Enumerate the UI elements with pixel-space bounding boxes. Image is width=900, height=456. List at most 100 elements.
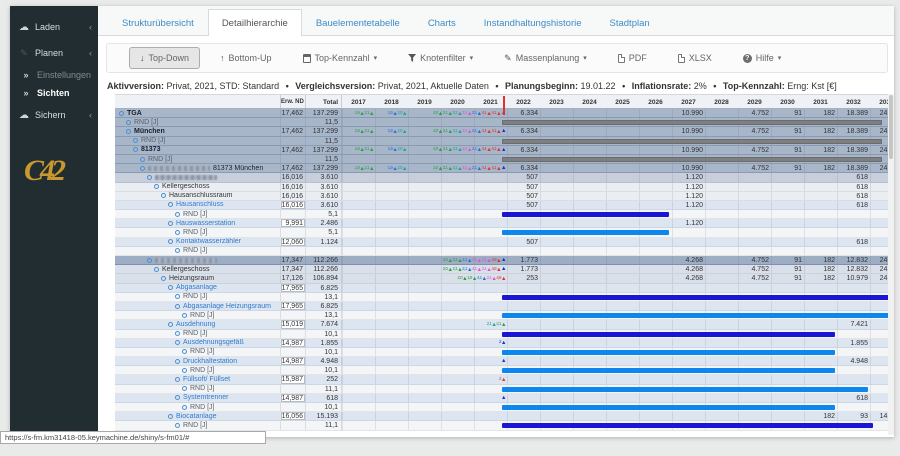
- scrollbar-thumb[interactable]: [889, 95, 893, 159]
- expand-node-icon[interactable]: [126, 129, 131, 134]
- sidebar-item-planen[interactable]: ✎Planen‹: [10, 40, 98, 66]
- tab-strukturuebersicht[interactable]: Strukturübersicht: [108, 9, 208, 36]
- expand-node-icon[interactable]: [175, 248, 180, 253]
- expand-node-icon[interactable]: [182, 368, 187, 373]
- erw-nd-cell[interactable]: 14,987: [280, 394, 305, 402]
- marker-cluster: 1,9▲2,0▲: [311, 164, 407, 173]
- event-marker-icon: 2,1▲: [452, 127, 462, 136]
- expand-node-icon[interactable]: [161, 193, 166, 198]
- year-value: 1.120: [672, 201, 705, 210]
- tab-bauelementetabelle[interactable]: Bauelementetabelle: [302, 9, 414, 36]
- erw-nd-cell[interactable]: 9,991: [280, 219, 305, 227]
- tree-label[interactable]: Ausdehnungsgefäß: [183, 339, 244, 347]
- expand-node-icon[interactable]: [168, 285, 173, 290]
- expand-node-icon[interactable]: [133, 147, 138, 152]
- expand-node-icon[interactable]: [126, 120, 131, 125]
- marker-cluster: 2,0▲2,1▲2,1▲2,1▲2,1▲4,1▲4,1▲▲: [410, 145, 506, 154]
- sidebar-item-einstellungen[interactable]: »Einstellungen: [10, 66, 98, 84]
- top-kennzahl-button[interactable]: Top-Kennzahl▾: [292, 47, 389, 69]
- tab-charts[interactable]: Charts: [414, 9, 470, 36]
- total-cell: 3.610: [305, 173, 341, 181]
- massenplanung-button[interactable]: ✎Massenplanung▾: [493, 47, 598, 69]
- erw-nd-cell[interactable]: 15,987: [280, 375, 305, 383]
- expand-node-icon[interactable]: [175, 304, 180, 309]
- sidebar-item-laden[interactable]: ☁↓Laden‹: [10, 14, 98, 40]
- gantt-bar: [502, 368, 835, 373]
- expand-node-icon[interactable]: [140, 157, 145, 162]
- expand-node-icon[interactable]: [133, 138, 138, 143]
- expand-node-icon[interactable]: [175, 294, 180, 299]
- expand-node-icon[interactable]: [168, 202, 173, 207]
- tab-instandhaltungshistorie[interactable]: Instandhaltungshistorie: [470, 9, 596, 36]
- tree-label[interactable]: Ausdehnung: [176, 320, 215, 328]
- erw-nd-cell[interactable]: 16,016: [280, 201, 305, 209]
- tree-label[interactable]: Kontaktwasserzähler: [176, 238, 241, 246]
- event-marker-icon: 1,9▲: [388, 109, 398, 118]
- pdf-button[interactable]: PDF: [607, 47, 658, 69]
- expand-node-icon[interactable]: [182, 349, 187, 354]
- erw-nd-cell[interactable]: 14,987: [280, 339, 305, 347]
- erw-nd-cell: 17,347: [280, 265, 305, 273]
- expand-node-icon[interactable]: [175, 377, 180, 382]
- vertical-scrollbar[interactable]: [888, 94, 894, 435]
- expand-node-icon[interactable]: [175, 395, 180, 400]
- expand-node-icon[interactable]: [175, 331, 180, 336]
- tree-label[interactable]: Druckhaltestation: [183, 357, 237, 365]
- expand-node-icon[interactable]: [168, 414, 173, 419]
- hilfe-button[interactable]: ?Hilfe▾: [732, 47, 793, 69]
- year-value: 1.855: [837, 339, 870, 348]
- bottom-up-button[interactable]: ↑Bottom-Up: [209, 47, 283, 69]
- expand-node-icon[interactable]: [182, 386, 187, 391]
- event-marker-icon: 2,0▲: [433, 109, 443, 118]
- tree-label[interactable]: Biocatanlage: [176, 412, 216, 420]
- erw-nd-cell[interactable]: 16,056: [280, 412, 305, 420]
- expand-node-icon[interactable]: [147, 175, 152, 180]
- year-value: 618: [837, 192, 870, 201]
- sidebar: ☁↓Laden‹✎Planen‹»Einstellungen»Sichten☁↑…: [10, 6, 98, 437]
- top-down-button[interactable]: ↓Top-Down: [129, 47, 200, 69]
- expand-node-icon[interactable]: [182, 405, 187, 410]
- expand-node-icon[interactable]: [182, 313, 187, 318]
- tree-label[interactable]: Abgasanlage: [176, 284, 217, 292]
- expand-node-icon[interactable]: [140, 166, 145, 171]
- xlsx-button[interactable]: XLSX: [667, 47, 723, 69]
- erw-nd-cell[interactable]: 17,965: [280, 284, 305, 292]
- tree-label[interactable]: Füllsoft/ Füllset: [183, 375, 230, 383]
- tree-label[interactable]: Hauswasserstation: [176, 219, 235, 227]
- event-marker-icon: 2▲: [499, 375, 506, 384]
- erw-nd-cell[interactable]: 12,060: [280, 238, 305, 246]
- expand-node-icon[interactable]: [147, 258, 152, 263]
- info-value: Erng: Kst [€]: [787, 81, 837, 91]
- expand-node-icon[interactable]: [154, 184, 159, 189]
- tree-label[interactable]: Abgasanlage Heizungsraum: [183, 302, 271, 310]
- tree-label[interactable]: Hausanschluss: [176, 201, 223, 209]
- expand-node-icon[interactable]: [175, 212, 180, 217]
- sidebar-item-sichern[interactable]: ☁↑Sichern‹: [10, 102, 98, 128]
- knotenfilter-button[interactable]: Knotenfilter▾: [397, 47, 484, 69]
- tree-cell: Druckhaltestation: [115, 357, 280, 365]
- download-arrow-icon: ↓: [21, 24, 24, 30]
- expand-node-icon[interactable]: [175, 359, 180, 364]
- tree-label[interactable]: Systemtrenner: [183, 394, 229, 402]
- sidebar-item-sichten[interactable]: »Sichten: [10, 84, 98, 102]
- erw-nd-cell[interactable]: 17,965: [280, 302, 305, 310]
- expand-node-icon[interactable]: [168, 239, 173, 244]
- expand-node-icon[interactable]: [168, 221, 173, 226]
- erw-nd-cell[interactable]: 15,019: [280, 320, 305, 328]
- expand-node-icon[interactable]: [161, 276, 166, 281]
- expand-node-icon[interactable]: [154, 267, 159, 272]
- expand-node-icon[interactable]: [175, 423, 180, 428]
- expand-node-icon[interactable]: [175, 230, 180, 235]
- erw-nd-cell[interactable]: 14,987: [280, 357, 305, 365]
- year-value: 10.990: [672, 146, 705, 155]
- expand-node-icon[interactable]: [175, 340, 180, 345]
- years-cell: [341, 385, 894, 393]
- expand-node-icon[interactable]: [119, 111, 124, 116]
- year-value: 182: [804, 127, 837, 136]
- tab-stadtplan[interactable]: Stadtplan: [596, 9, 664, 36]
- tab-detailhierarchie[interactable]: Detailhierarchie: [208, 9, 302, 36]
- expand-node-icon[interactable]: [168, 322, 173, 327]
- event-marker-icon: 2,0▲: [397, 109, 407, 118]
- year-value: 91: [771, 164, 804, 173]
- year-value: 1.120: [672, 173, 705, 182]
